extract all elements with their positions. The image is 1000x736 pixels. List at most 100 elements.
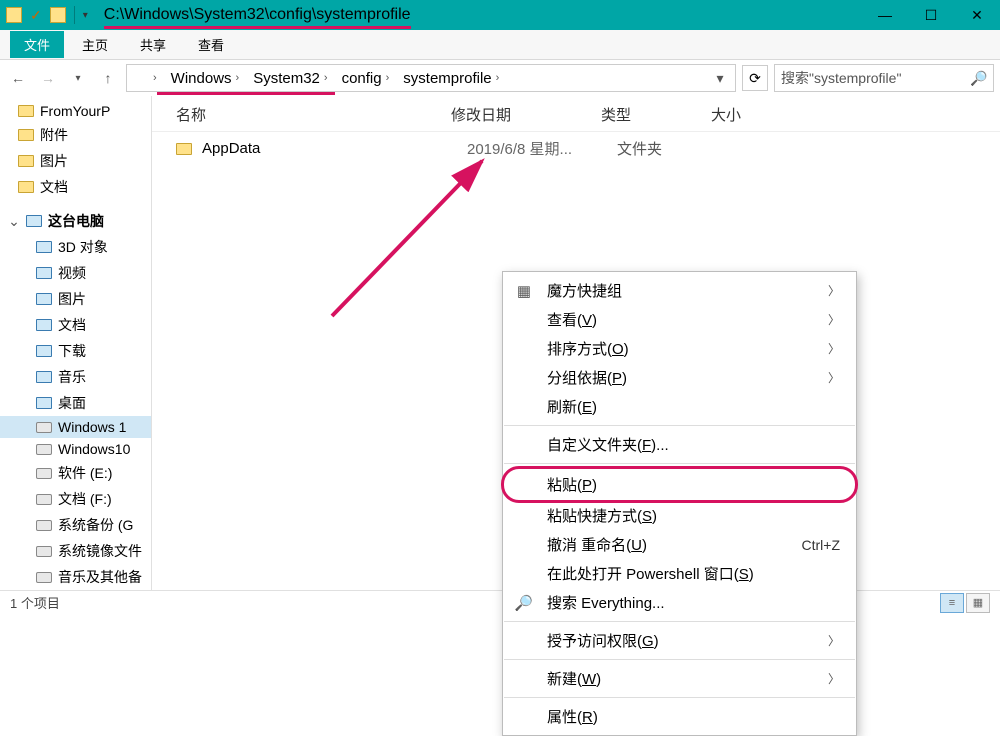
details-view-button[interactable]: ≡ xyxy=(940,593,964,613)
tab-file[interactable]: 文件 xyxy=(10,31,64,58)
sidebar-item[interactable]: 系统镜像文件 xyxy=(0,538,151,564)
menu-shortcut: Ctrl+Z xyxy=(802,537,841,553)
col-name[interactable]: 名称 xyxy=(176,104,451,125)
address-bar[interactable]: › Windows› System32› config› systemprofi… xyxy=(126,64,736,92)
sidebar-item[interactable]: 桌面 xyxy=(0,390,151,416)
dropdown-icon[interactable]: ▾ xyxy=(83,10,88,21)
chevron-right-icon: 〉 xyxy=(828,369,840,386)
sidebar-item[interactable]: 音乐及其他备 xyxy=(0,564,151,590)
sidebar-item[interactable]: Windows10 xyxy=(0,438,151,460)
sidebar-item[interactable]: 3D 对象 xyxy=(0,234,151,260)
menu-item[interactable]: 新建(W)〉 xyxy=(503,664,856,693)
sidebar-item-label: 图片 xyxy=(58,289,86,309)
menu-item-label: 自定义文件夹(F)... xyxy=(547,434,669,455)
menu-item[interactable]: 自定义文件夹(F)... xyxy=(503,430,856,459)
drive-icon xyxy=(36,572,52,583)
col-date[interactable]: 修改日期 xyxy=(451,104,601,125)
menu-item[interactable]: 撤消 重命名(U) Ctrl+Z xyxy=(503,530,856,559)
sidebar-item-label: FromYourP xyxy=(40,103,110,119)
collapse-icon[interactable]: ⌄ xyxy=(8,213,20,230)
address-dropdown[interactable]: ▾ xyxy=(709,65,731,91)
tab-view[interactable]: 查看 xyxy=(184,31,238,58)
menu-item-label: 在此处打开 Powershell 窗口(S) xyxy=(547,563,754,584)
sidebar-label: 这台电脑 xyxy=(48,211,104,231)
ribbon: 文件 主页 共享 查看 xyxy=(0,30,1000,60)
sidebar-item[interactable]: 文档 xyxy=(0,312,151,338)
titlebar: ✓ ▾ C:\Windows\System32\config\systempro… xyxy=(0,0,1000,30)
sidebar-item[interactable]: 附件 xyxy=(0,122,151,148)
col-type[interactable]: 类型 xyxy=(601,104,711,125)
nav-row: ← → ▾ ↑ › Windows› System32› config› sys… xyxy=(0,60,1000,96)
folder-icon xyxy=(176,143,192,155)
sidebar-item[interactable]: FromYourP xyxy=(0,100,151,122)
menu-separator xyxy=(504,425,855,426)
sidebar-item[interactable]: 音乐 xyxy=(0,364,151,390)
icons-view-button[interactable]: ▦ xyxy=(966,593,990,613)
crumb-windows[interactable]: Windows› xyxy=(165,68,246,89)
menu-item[interactable]: 粘贴快捷方式(S) xyxy=(503,501,856,530)
sidebar-item[interactable]: 图片 xyxy=(0,148,151,174)
menu-item[interactable]: 查看(V)〉 xyxy=(503,305,856,334)
menu-item[interactable]: 🔍 搜索 Everything... xyxy=(503,588,856,617)
menu-item[interactable]: 排序方式(O)〉 xyxy=(503,334,856,363)
search-icon: 🔍 xyxy=(515,594,533,612)
menu-item[interactable]: 属性(R) xyxy=(503,702,856,731)
search-input[interactable]: 搜索"systemprofile" 🔍 xyxy=(774,64,994,92)
crumb-system32[interactable]: System32› xyxy=(247,68,333,89)
chevron-right-icon: 〉 xyxy=(828,282,840,299)
search-placeholder: 搜索"systemprofile" xyxy=(781,68,964,88)
menu-separator xyxy=(504,463,855,464)
refresh-button[interactable]: ⟳ xyxy=(742,65,768,91)
sidebar-item[interactable]: 文档 xyxy=(0,174,151,200)
tab-home[interactable]: 主页 xyxy=(68,31,122,58)
sidebar-item[interactable]: 下载 xyxy=(0,338,151,364)
forward-button[interactable]: → xyxy=(36,66,60,90)
grid-icon: ▦ xyxy=(515,282,533,300)
crumb-systemprofile[interactable]: systemprofile› xyxy=(397,68,505,89)
sidebar-item[interactable]: Windows 1 xyxy=(0,416,151,438)
chevron-right-icon[interactable]: › xyxy=(147,70,163,86)
drive-icon xyxy=(36,546,52,557)
minimize-button[interactable]: — xyxy=(862,0,908,30)
col-size[interactable]: 大小 xyxy=(711,104,976,125)
up-button[interactable]: ↑ xyxy=(96,66,120,90)
item-count: 1 个项目 xyxy=(10,593,60,612)
menu-item-label: 搜索 Everything... xyxy=(547,592,665,613)
menu-item[interactable]: 粘贴(P) xyxy=(503,468,856,501)
sidebar-item-label: 系统镜像文件 xyxy=(58,541,142,561)
menu-item[interactable]: 在此处打开 Powershell 窗口(S) xyxy=(503,559,856,588)
close-button[interactable]: ✕ xyxy=(954,0,1000,30)
menu-item[interactable]: 刷新(E) xyxy=(503,392,856,421)
sidebar-item[interactable]: 视频 xyxy=(0,260,151,286)
back-button[interactable]: ← xyxy=(6,66,30,90)
content-pane[interactable]: 名称 修改日期 类型 大小 AppData2019/6/8 星期...文件夹 ▦… xyxy=(152,96,1000,590)
sidebar-this-pc[interactable]: ⌄ 这台电脑 xyxy=(0,208,151,234)
menu-item[interactable]: 分组依据(P)〉 xyxy=(503,363,856,392)
sidebar-item-label: 3D 对象 xyxy=(58,237,108,257)
menu-item[interactable]: ▦魔方快捷组〉 xyxy=(503,276,856,305)
crumb-config[interactable]: config› xyxy=(336,68,396,89)
menu-separator xyxy=(504,697,855,698)
file-row[interactable]: AppData2019/6/8 星期...文件夹 xyxy=(152,132,1000,165)
sidebar-item-label: 音乐及其他备 xyxy=(58,567,142,587)
menu-item-label: 粘贴快捷方式(S) xyxy=(547,505,657,526)
sidebar-item[interactable]: 图片 xyxy=(0,286,151,312)
chevron-right-icon: 〉 xyxy=(828,670,840,687)
drive-icon xyxy=(36,468,52,479)
recent-button[interactable]: ▾ xyxy=(66,66,90,90)
menu-item-label: 撤消 重命名(U) xyxy=(547,534,647,555)
menu-item[interactable]: 授予访问权限(G)〉 xyxy=(503,626,856,655)
drive-icon xyxy=(36,422,52,433)
sidebar-item[interactable]: 文档 (F:) xyxy=(0,486,151,512)
tab-share[interactable]: 共享 xyxy=(126,31,180,58)
device-icon xyxy=(36,371,52,383)
column-headers[interactable]: 名称 修改日期 类型 大小 xyxy=(152,96,1000,132)
annotation-arrow xyxy=(322,146,502,326)
sidebar-item[interactable]: 系统备份 (G xyxy=(0,512,151,538)
checkbox-icon[interactable]: ✓ xyxy=(30,7,42,24)
drive-icon xyxy=(36,444,52,455)
drive-icon xyxy=(36,494,52,505)
maximize-button[interactable]: ☐ xyxy=(908,0,954,30)
sidebar-item[interactable]: 软件 (E:) xyxy=(0,460,151,486)
menu-item-label: 查看(V) xyxy=(547,309,597,330)
